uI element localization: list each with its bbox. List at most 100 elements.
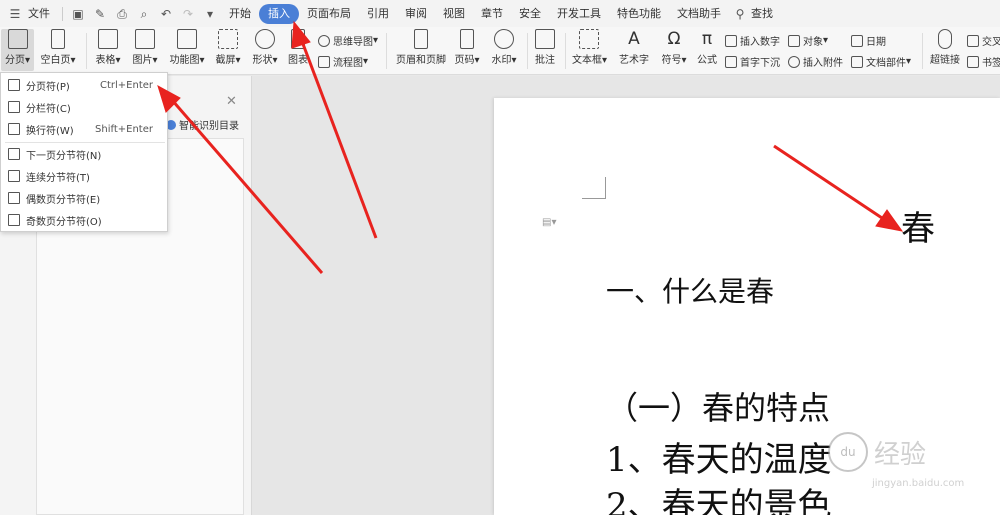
shape-icon (255, 29, 275, 49)
menu-item-label: 偶数页分节符(E) (26, 194, 101, 206)
comment-label: 批注 (535, 55, 555, 66)
mindmap-icon (318, 34, 330, 47)
textbox-button[interactable]: 文本框▾ (572, 29, 607, 66)
bookmark-label: 书签 (982, 58, 1000, 69)
doc-heading-1: 一、什么是春 (606, 275, 775, 308)
separator (62, 6, 63, 21)
page-break-button[interactable]: 分页▾ (1, 29, 34, 71)
symbol-button[interactable]: Ω 符号▾ (659, 29, 689, 66)
tab-insert[interactable]: 插入 (259, 3, 299, 24)
chart-icon (291, 29, 305, 49)
separator (86, 33, 87, 69)
tab-review[interactable]: 审阅 (397, 4, 435, 24)
doc-parts-button[interactable]: 文档部件 ▾ (851, 54, 911, 69)
close-icon[interactable]: ✕ (226, 94, 237, 109)
print-preview-icon[interactable]: ⌕ (136, 6, 152, 22)
tab-doc-assistant[interactable]: 文档助手 (669, 4, 729, 24)
hyperlink-icon (938, 29, 952, 49)
tab-features[interactable]: 特色功能 (609, 4, 669, 24)
blank-page-icon (51, 29, 65, 49)
table-icon (98, 29, 118, 49)
tab-chapter[interactable]: 章节 (473, 4, 511, 24)
date-button[interactable]: 日期 (851, 33, 886, 48)
redo-icon[interactable]: ↷ (180, 6, 196, 22)
menu-item-page-break[interactable]: 分页符(P) Ctrl+Enter (1, 75, 167, 95)
blank-page-button[interactable]: 空白页▾ (38, 29, 78, 66)
search-icon[interactable]: ⚲ (732, 6, 748, 22)
tab-home[interactable]: 开始 (221, 4, 259, 24)
menu-item-continuous-section[interactable]: 连续分节符(T) (1, 166, 167, 186)
menu-item-odd-page-section[interactable]: 奇数页分节符(O) (1, 210, 167, 230)
next-page-section-icon (8, 148, 20, 160)
doc-list-item-1: 1、春天的温度 (606, 440, 832, 480)
symbol-label: 符号 (661, 55, 682, 66)
flowchart-button[interactable]: 流程图 ▾ (318, 54, 368, 69)
formula-icon: π (701, 29, 713, 49)
menu-item-label: 换行符(W) (26, 125, 74, 137)
textbox-label: 文本框 (572, 55, 602, 66)
formula-button[interactable]: π 公式 (695, 29, 719, 66)
menu-item-label: 连续分节符(T) (26, 172, 90, 184)
picture-button[interactable]: 图片▾ (130, 29, 160, 66)
drop-cap-button[interactable]: 首字下沉 (725, 54, 780, 69)
print-icon[interactable]: ⎙ (114, 6, 130, 22)
shape-button[interactable]: 形状▾ (250, 29, 280, 66)
page-number-label: 页码 (454, 55, 475, 66)
customize-icon[interactable]: ▾ (202, 6, 218, 22)
formula-label: 公式 (697, 55, 717, 66)
menu-item-next-page-section[interactable]: 下一页分节符(N) (1, 144, 167, 164)
search-button[interactable]: 查找 (751, 4, 781, 24)
page-break-label: 分页 (4, 55, 25, 66)
chart-button[interactable]: 图表 (286, 29, 310, 66)
tab-references[interactable]: 引用 (359, 4, 397, 24)
bookmark-button[interactable]: 书签 (967, 54, 1000, 69)
watermark-url: jingyan.baidu.com (872, 478, 965, 489)
smart-toc-button[interactable]: 智能识别目录 (166, 117, 239, 132)
screenshot-icon (218, 29, 238, 49)
watermark-title: 经验 (874, 439, 927, 470)
function-chart-icon (177, 29, 197, 49)
screenshot-button[interactable]: 截屏▾ (213, 29, 243, 66)
drop-cap-icon (725, 55, 737, 68)
wordart-button[interactable]: A 艺术字 (617, 29, 651, 66)
menu-item-line-break[interactable]: 换行符(W) Shift+Enter (1, 119, 167, 139)
header-footer-button[interactable]: 页眉和页脚 (394, 29, 448, 66)
wordart-icon: A (628, 29, 640, 49)
picture-icon (135, 29, 155, 49)
tab-developer[interactable]: 开发工具 (549, 4, 609, 24)
menu-item-label: 奇数页分节符(O) (26, 216, 102, 228)
comment-button[interactable]: 批注 (533, 29, 557, 66)
menu-item-even-page-section[interactable]: 偶数页分节符(E) (1, 188, 167, 208)
hyperlink-button[interactable]: 超链接 (929, 29, 961, 66)
table-button[interactable]: 表格▾ (93, 29, 123, 66)
page-number-button[interactable]: 页码▾ (453, 29, 481, 66)
header-footer-icon (414, 29, 428, 49)
textbox-icon (579, 29, 599, 49)
save-icon[interactable]: ▣ (70, 6, 86, 22)
object-button[interactable]: 对象 ▾ (788, 33, 828, 48)
watermark-icon (494, 29, 514, 49)
format-painter-icon[interactable]: ✎ (92, 6, 108, 22)
line-break-icon (8, 123, 20, 135)
menu-file[interactable]: 文件 (26, 4, 58, 24)
menu-item-column-break[interactable]: 分栏符(C) (1, 97, 167, 117)
function-chart-button[interactable]: 功能图▾ (168, 29, 206, 66)
bookmark-icon (967, 55, 979, 68)
margin-corner-mark (582, 177, 606, 199)
hamburger-icon[interactable]: ☰ (7, 6, 23, 22)
baidu-jingyan-watermark: du 经验 jingyan.baidu.com (828, 432, 964, 489)
tab-view[interactable]: 视图 (435, 4, 473, 24)
cross-ref-button[interactable]: 交叉 (967, 33, 1000, 48)
column-break-icon (8, 101, 20, 113)
tab-security[interactable]: 安全 (511, 4, 549, 24)
table-label: 表格 (95, 55, 116, 66)
insert-number-button[interactable]: 插入数字 (725, 33, 780, 48)
function-chart-label: 功能图 (169, 55, 200, 66)
watermark-button[interactable]: 水印▾ (489, 29, 519, 66)
tab-page-layout[interactable]: 页面布局 (299, 4, 359, 24)
paw-logo-icon: du (828, 432, 868, 472)
mindmap-button[interactable]: 思维导图 ▾ (318, 33, 378, 48)
attachment-button[interactable]: 插入附件 (788, 54, 843, 69)
undo-icon[interactable]: ↶ (158, 6, 174, 22)
paragraph-layout-icon[interactable]: ▤▾ (542, 217, 556, 228)
